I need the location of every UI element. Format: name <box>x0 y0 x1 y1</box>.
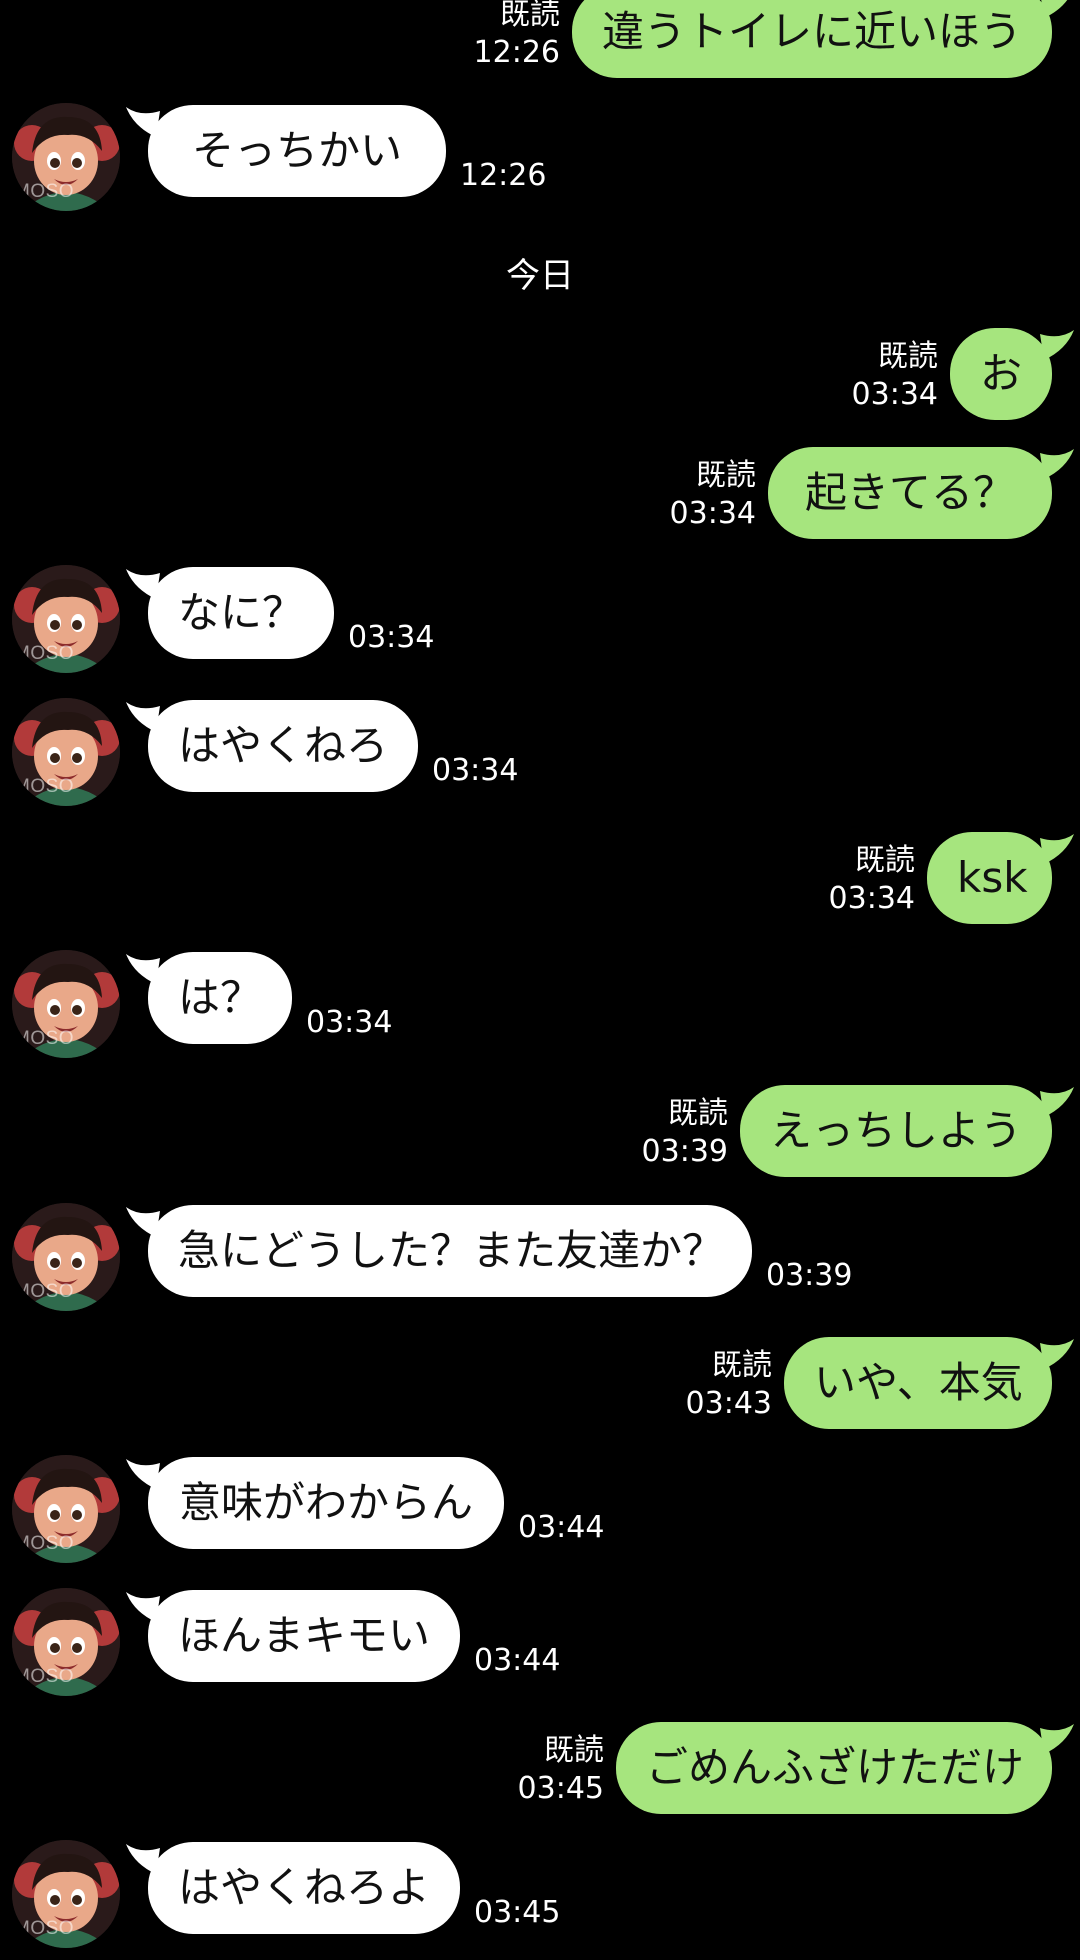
bubble-tail-icon <box>126 1207 160 1237</box>
timestamp: 03:45 <box>517 1771 604 1806</box>
outgoing-message: いや、本気 既読 03:43 <box>0 1337 1080 1447</box>
incoming-message: MOSO はやくねろ 03:34 <box>0 698 1080 810</box>
message-meta: 既読 03:34 <box>829 842 915 918</box>
outgoing-message: 起きてる？ 既読 03:34 <box>0 447 1080 557</box>
avatar[interactable]: MOSO <box>12 1588 120 1696</box>
message-bubble[interactable]: 違うトイレに近いほう <box>572 0 1052 78</box>
timestamp: 03:45 <box>474 1895 561 1930</box>
message-meta: 既読 12:26 <box>474 0 560 72</box>
message-bubble[interactable]: いや、本気 <box>784 1337 1052 1429</box>
read-receipt: 既読 <box>544 1733 604 1768</box>
avatar[interactable]: MOSO <box>12 1455 120 1563</box>
message-bubble[interactable]: なに？ <box>148 567 334 659</box>
bubble-tail-icon <box>1040 1724 1074 1754</box>
bubble-tail-icon <box>126 954 160 984</box>
incoming-message: MOSO そっちかい 12:26 <box>0 103 1080 215</box>
timestamp: 03:34 <box>828 881 915 916</box>
message-meta: 既読 03:45 <box>518 1732 604 1808</box>
timestamp: 03:34 <box>348 620 435 655</box>
avatar-watermark: MOSO <box>14 1918 75 1939</box>
avatar-watermark: MOSO <box>14 776 75 797</box>
read-receipt: 既読 <box>712 1348 772 1383</box>
message-bubble[interactable]: ほんまキモい <box>148 1590 460 1682</box>
avatar[interactable]: MOSO <box>12 565 120 673</box>
read-receipt: 既読 <box>668 1096 728 1131</box>
message-bubble[interactable]: えっちしよう <box>740 1085 1052 1177</box>
date-separator: 今日 <box>506 256 574 296</box>
message-bubble[interactable]: 起きてる？ <box>768 447 1052 539</box>
timestamp: 03:34 <box>669 496 756 531</box>
avatar[interactable]: MOSO <box>12 1840 120 1948</box>
avatar-watermark: MOSO <box>14 1281 75 1302</box>
bubble-tail-icon <box>126 1459 160 1489</box>
bubble-tail-icon <box>126 569 160 599</box>
timestamp: 12:26 <box>460 158 547 193</box>
avatar-watermark: MOSO <box>14 1028 75 1049</box>
bubble-tail-icon <box>1040 449 1074 479</box>
timestamp: 03:39 <box>641 1134 728 1169</box>
timestamp: 03:34 <box>432 753 519 788</box>
avatar[interactable]: MOSO <box>12 1203 120 1311</box>
timestamp: 03:34 <box>851 377 938 412</box>
timestamp: 03:39 <box>766 1258 853 1293</box>
read-receipt: 既読 <box>500 0 560 32</box>
outgoing-message: 違うトイレに近いほう 既読 12:26 <box>0 0 1080 96</box>
outgoing-message: えっちしよう 既読 03:39 <box>0 1085 1080 1195</box>
message-bubble[interactable]: はやくねろよ <box>148 1842 460 1934</box>
message-bubble[interactable]: ごめんふざけただけ <box>616 1722 1052 1814</box>
message-bubble[interactable]: は？ <box>148 952 292 1044</box>
bubble-tail-icon <box>126 702 160 732</box>
message-bubble[interactable]: はやくねろ <box>148 700 418 792</box>
incoming-message: MOSO なに？ 03:34 <box>0 565 1080 677</box>
message-meta: 既読 03:39 <box>642 1095 728 1171</box>
timestamp: 03:34 <box>306 1005 393 1040</box>
message-bubble[interactable]: ksk <box>927 832 1052 924</box>
avatar-watermark: MOSO <box>14 1533 75 1554</box>
bubble-tail-icon <box>1040 330 1074 360</box>
avatar-watermark: MOSO <box>14 1666 75 1687</box>
avatar-watermark: MOSO <box>14 181 75 202</box>
bubble-tail-icon <box>1040 1339 1074 1369</box>
outgoing-message: ksk 既読 03:34 <box>0 832 1080 942</box>
timestamp: 03:44 <box>474 1643 561 1678</box>
bubble-tail-icon <box>1040 1087 1074 1117</box>
timestamp: 12:26 <box>473 35 560 70</box>
message-bubble[interactable]: お <box>950 328 1052 420</box>
incoming-message: MOSO は？ 03:34 <box>0 950 1080 1062</box>
message-meta: 既読 03:43 <box>686 1347 772 1423</box>
incoming-message: MOSO はやくねろよ 03:45 <box>0 1840 1080 1952</box>
outgoing-message: ごめんふざけただけ 既読 03:45 <box>0 1722 1080 1832</box>
timestamp: 03:44 <box>518 1510 605 1545</box>
chat-area[interactable]: 今日 違うトイレに近いほう 既読 12:26 MOSO そっちかい 12:26 お既読 03:… <box>0 0 1080 1960</box>
bubble-tail-icon <box>1040 834 1074 864</box>
timestamp: 03:43 <box>685 1386 772 1421</box>
bubble-tail-icon <box>126 1844 160 1874</box>
bubble-tail-icon <box>1041 0 1068 18</box>
read-receipt: 既読 <box>855 843 915 878</box>
avatar[interactable]: MOSO <box>12 103 120 211</box>
bubble-tail-icon <box>126 1592 160 1622</box>
message-meta: 既読 03:34 <box>670 457 756 533</box>
message-bubble[interactable]: 急にどうした？また友達か？ <box>148 1205 752 1297</box>
message-bubble[interactable]: 意味がわからん <box>148 1457 504 1549</box>
avatar[interactable]: MOSO <box>12 698 120 806</box>
incoming-message: MOSO 意味がわからん 03:44 <box>0 1455 1080 1567</box>
bubble-tail-icon <box>126 107 160 137</box>
incoming-message: MOSO ほんまキモい 03:44 <box>0 1588 1080 1700</box>
avatar[interactable]: MOSO <box>12 950 120 1058</box>
read-receipt: 既読 <box>696 458 756 493</box>
outgoing-message: お既読 03:34 <box>0 328 1080 438</box>
message-bubble[interactable]: そっちかい <box>148 105 446 197</box>
avatar-watermark: MOSO <box>14 643 75 664</box>
read-receipt: 既読 <box>878 339 938 374</box>
message-meta: 既読 03:34 <box>852 338 938 414</box>
incoming-message: MOSO 急にどうした？また友達か？ 03:39 <box>0 1203 1080 1315</box>
